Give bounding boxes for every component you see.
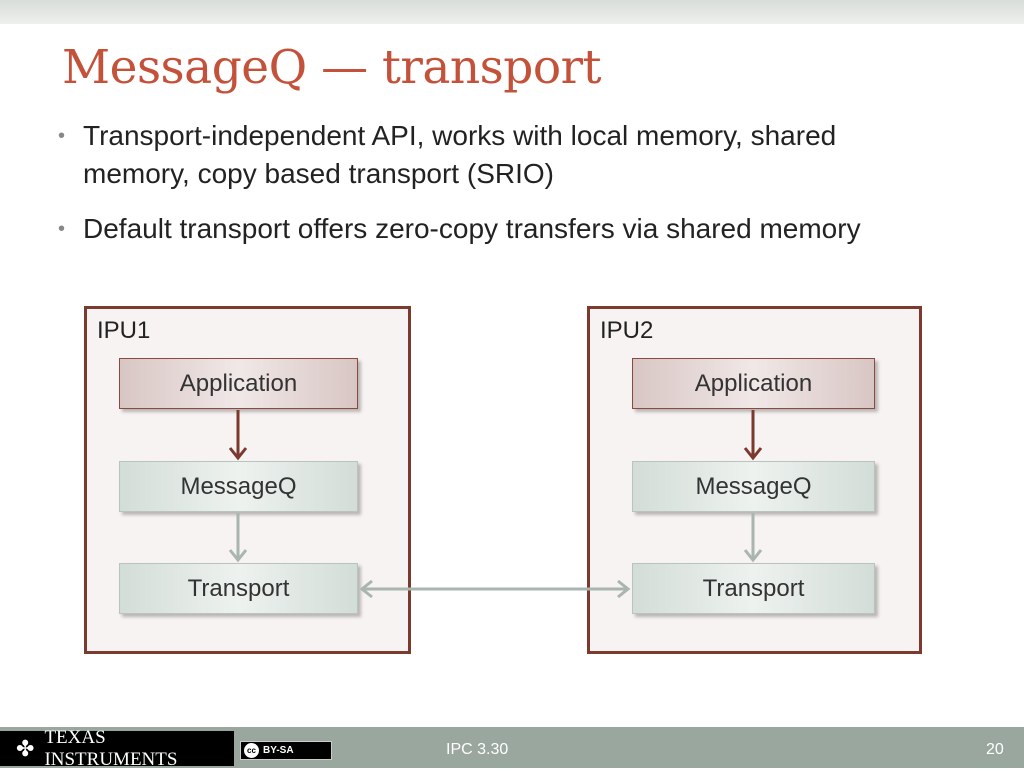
ti-logo: ✤ Texas Instruments <box>0 727 234 770</box>
footer-title: IPC 3.30 <box>446 741 509 758</box>
ti-state-icon: ✤ <box>16 735 35 761</box>
cc-license-badge: cc BY-SA <box>240 741 332 760</box>
footer: ✤ Texas Instruments cc BY-SA IPC 3.30 20 <box>0 727 1024 770</box>
arrow-mq-to-transport-2 <box>743 513 763 563</box>
ti-logo-text: Texas Instruments <box>44 726 178 770</box>
license-text: BY-SA <box>263 745 294 756</box>
arrow-app-to-mq-2 <box>743 410 763 461</box>
page-number: 20 <box>986 741 1004 758</box>
diagram-arrows <box>228 410 763 599</box>
arrow-transport-link <box>359 579 631 599</box>
arrow-mq-to-transport-1 <box>228 513 248 563</box>
arrow-app-to-mq-1 <box>228 410 248 461</box>
cc-icon: cc <box>244 743 259 758</box>
